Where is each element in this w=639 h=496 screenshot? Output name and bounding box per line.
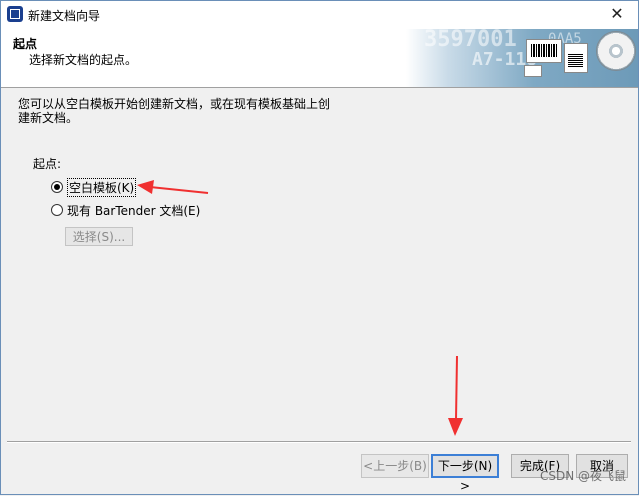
header-banner-image: 3597001 A7-118 0AA5 <box>406 29 638 87</box>
page-title: 起点 <box>13 37 38 51</box>
wizard-header: 起点 选择新文档的起点。 3597001 A7-118 0AA5 <box>1 29 638 88</box>
intro-line-2: 建新文档。 <box>18 111 79 125</box>
start-point-label: 起点: <box>33 157 62 171</box>
option-blank-template-label: 空白模板(K) <box>67 177 137 197</box>
radio-existing-document[interactable] <box>51 204 63 216</box>
close-button[interactable]: ✕ <box>606 4 628 24</box>
intro-text: 您可以从空白模板开始创建新文档，或在现有模板基础上创 建新文档。 <box>18 97 348 125</box>
disc-icon <box>596 31 636 71</box>
option-blank-template[interactable]: 空白模板(K) <box>51 177 137 197</box>
small-label-icon <box>524 65 542 77</box>
window-title: 新建文档向导 <box>28 9 101 23</box>
option-existing-document-label: 现有 BarTender 文档(E) <box>67 203 201 218</box>
radio-blank-template[interactable] <box>51 181 63 193</box>
intro-line-1: 您可以从空白模板开始创建新文档，或在现有模板基础上创 <box>18 97 331 111</box>
watermark-text: CSDN @夜飞鼠 <box>539 469 626 483</box>
wizard-window: 新建文档向导 ✕ 起点 选择新文档的起点。 3597001 A7-118 0AA… <box>0 0 639 495</box>
option-existing-document[interactable]: 现有 BarTender 文档(E) <box>51 202 200 218</box>
select-button[interactable]: 选择(S)... <box>65 227 133 246</box>
back-button[interactable]: <上一步(B) <box>361 454 429 478</box>
barcode-label-icon <box>526 39 562 63</box>
bartender-app-icon <box>7 6 23 22</box>
barcode-tag-icon <box>564 43 588 73</box>
footer-divider <box>7 441 631 443</box>
title-bar: 新建文档向导 ✕ <box>1 1 638 29</box>
page-subtitle: 选择新文档的起点。 <box>29 53 138 67</box>
next-button[interactable]: 下一步(N) > <box>431 454 499 493</box>
